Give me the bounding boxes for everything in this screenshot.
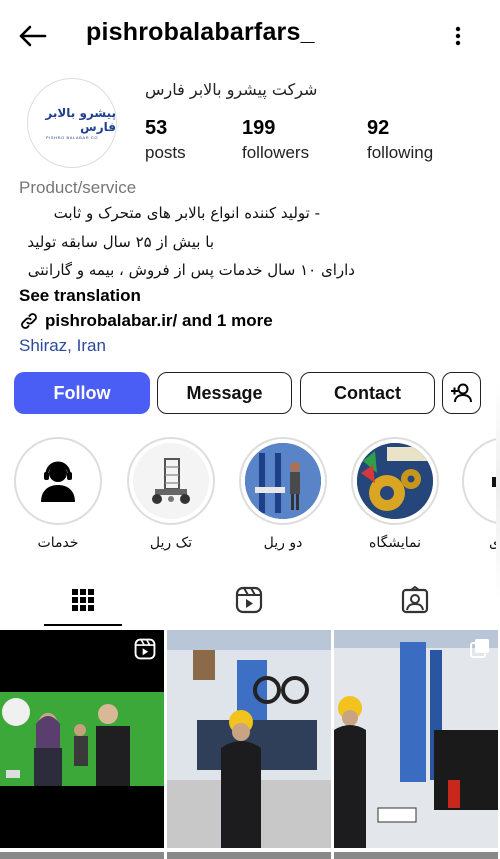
highlight-label: تک ریل — [149, 535, 193, 551]
posts-stat[interactable]: 53 posts — [145, 116, 186, 166]
reels-icon — [235, 586, 263, 614]
highlight-services[interactable]: خدمات — [13, 437, 103, 551]
follow-button[interactable]: Follow — [14, 372, 150, 414]
top-bar: pishrobalabarfars_ — [0, 0, 500, 72]
contact-button[interactable]: Contact — [300, 372, 435, 414]
website-link-text: pishrobalabar.ir/ and 1 more — [45, 311, 273, 330]
profile-tabs — [0, 574, 500, 626]
highlight-exhibition[interactable]: نمایشگاه — [350, 437, 440, 551]
company-logo-subtext: PISHRO BALABAR CO — [45, 135, 99, 140]
add-person-icon — [450, 383, 472, 403]
posts-label: posts — [145, 143, 186, 162]
vertical-dots-icon — [455, 26, 461, 46]
website-link[interactable]: pishrobalabar.ir/ and 1 more — [19, 311, 273, 331]
profile-username: pishrobalabarfars_ — [86, 18, 315, 46]
highlight-double-rail[interactable]: دو ریل — [238, 437, 328, 551]
following-stat[interactable]: 92 following — [367, 116, 433, 166]
posts-count: 53 — [145, 117, 168, 139]
more-options-button[interactable] — [446, 20, 470, 52]
followers-stat[interactable]: 199 followers — [242, 116, 309, 166]
highlight-label: ی — [489, 535, 500, 551]
highlight-label: دو ریل — [263, 535, 303, 551]
highlight-partial[interactable]: ی — [462, 437, 500, 551]
highlight-label: نمایشگاه — [369, 535, 421, 551]
tab-reels[interactable] — [166, 574, 332, 626]
multiple-photos-icon — [470, 639, 489, 658]
arrow-left-icon — [19, 25, 47, 47]
lift-truck-worker-image — [167, 630, 331, 848]
location-link[interactable]: Shiraz, Iran — [19, 336, 106, 356]
grid-icon — [72, 589, 94, 611]
highlight-single-rail[interactable]: تک ریل — [126, 437, 216, 551]
post-thumbnail[interactable] — [334, 630, 498, 848]
exhibition-gear-image — [357, 443, 433, 519]
scroll-edge — [496, 380, 500, 600]
bio-line-2: با بیش از ۲۵ سال سابقه تولید — [27, 233, 214, 251]
single-rail-lift-image — [152, 458, 190, 504]
tab-tagged[interactable] — [332, 574, 498, 626]
support-agent-icon — [41, 461, 75, 502]
tagged-icon — [401, 586, 429, 614]
following-label: following — [367, 143, 434, 162]
bio-line-1: - تولید کننده انواع بالابر های متحرک و ث… — [53, 204, 320, 222]
see-translation-link[interactable]: See translation — [19, 286, 141, 306]
followers-count: 199 — [242, 117, 276, 139]
reels-icon — [134, 638, 156, 660]
profile-category: Product/service — [19, 178, 137, 197]
back-button[interactable] — [14, 20, 50, 52]
link-icon — [21, 313, 37, 329]
suggested-accounts-button[interactable] — [442, 372, 481, 414]
company-logo-text: پیشرو بالابر فارس — [45, 106, 116, 134]
post-thumbnail[interactable] — [167, 630, 331, 848]
active-tab-indicator — [44, 624, 122, 626]
following-count: 92 — [367, 117, 390, 139]
bio-line-3: دارای ۱۰ سال خدمات پس از فروش ، بیمه و گ… — [27, 261, 355, 279]
double-rail-lift-image — [245, 443, 321, 519]
followers-label: followers — [242, 143, 310, 162]
highlight-label: خدمات — [37, 535, 79, 551]
profile-avatar[interactable]: پیشرو بالابر فارس PISHRO BALABAR CO — [27, 78, 117, 168]
tab-grid[interactable] — [0, 574, 166, 626]
profile-full-name: شرکت پیشرو بالابر فارس — [145, 80, 318, 99]
post-thumbnail[interactable] — [0, 630, 164, 848]
message-button[interactable]: Message — [157, 372, 292, 414]
